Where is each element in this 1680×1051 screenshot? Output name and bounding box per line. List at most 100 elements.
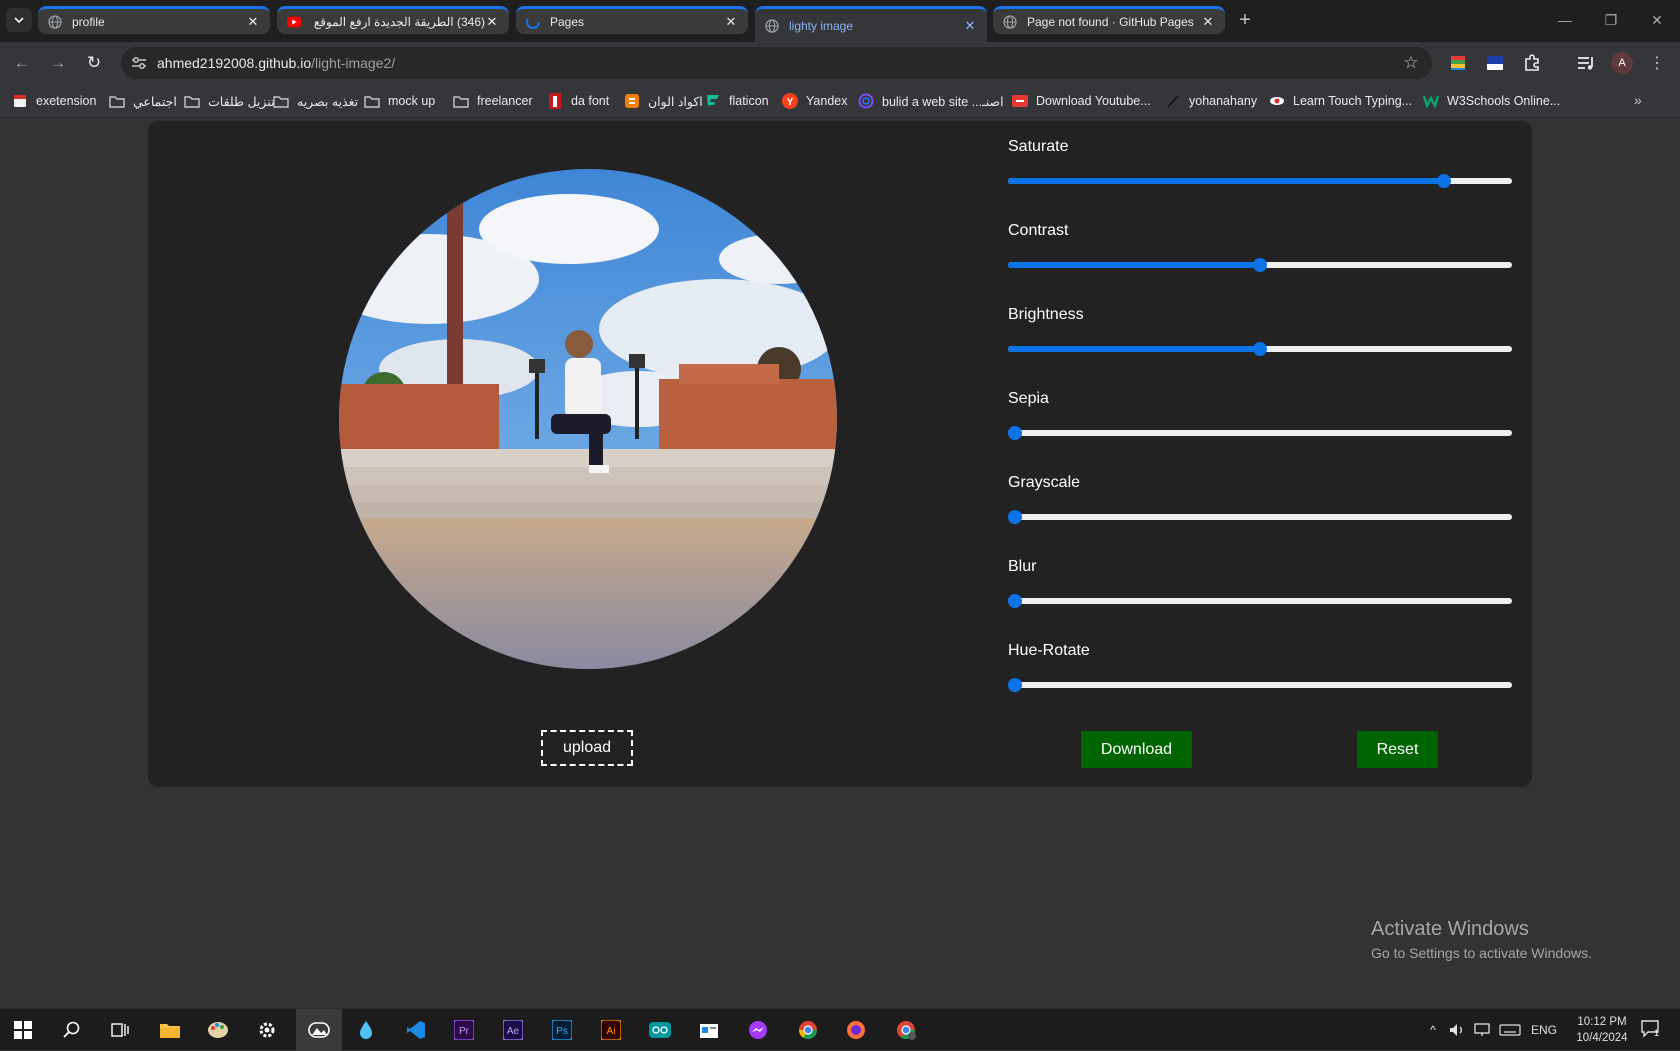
tab-profile[interactable]: profile ✕: [38, 6, 270, 34]
tab-lighty-image[interactable]: lighty image ✕: [755, 6, 987, 42]
bookmark-folder[interactable]: freelancer: [453, 90, 533, 112]
close-icon[interactable]: ✕: [1201, 14, 1215, 29]
slider-thumb[interactable]: [1008, 510, 1022, 524]
forward-button[interactable]: →: [45, 50, 71, 76]
slider-thumb[interactable]: [1008, 678, 1022, 692]
notification-center-button[interactable]: 1: [1640, 1019, 1664, 1041]
keyboard-icon[interactable]: [1498, 1021, 1522, 1039]
new-tab-button[interactable]: +: [1233, 8, 1257, 32]
url-host: ahmed2192008.github.io: [157, 55, 312, 71]
slider-thumb[interactable]: [1008, 594, 1022, 608]
back-button[interactable]: ←: [9, 50, 35, 76]
colorful-extension-icon[interactable]: [1447, 52, 1469, 74]
media-controls-icon[interactable]: [1575, 52, 1597, 74]
volume-icon[interactable]: [1448, 1021, 1466, 1039]
bookmark-item[interactable]: da font: [547, 90, 609, 112]
close-icon[interactable]: ✕: [963, 18, 977, 33]
hue-rotate-slider[interactable]: [1008, 677, 1512, 693]
bookmark-star-icon[interactable]: ☆: [1400, 52, 1422, 74]
illustrator-icon[interactable]: Ai: [597, 1016, 625, 1044]
task-view-icon[interactable]: [106, 1016, 134, 1044]
sepia-slider[interactable]: [1008, 425, 1512, 441]
bookmark-label: exetension: [36, 94, 97, 108]
bookmark-item[interactable]: W3Schools Online...: [1423, 90, 1560, 112]
reload-icon: ↻: [86, 53, 102, 72]
show-hidden-icons-chevron-icon[interactable]: ^: [1425, 1021, 1441, 1039]
bookmark-folder[interactable]: تغذيه بصريه: [273, 90, 358, 112]
address-bar[interactable]: ahmed2192008.github.io/light-image2/ ☆: [121, 47, 1432, 79]
reset-button[interactable]: Reset: [1357, 731, 1438, 768]
messenger-icon[interactable]: [744, 1016, 772, 1044]
vscode-icon[interactable]: [402, 1016, 430, 1044]
settings-gear-icon[interactable]: [253, 1016, 281, 1044]
clock-time: 10:12 PM: [1577, 1016, 1627, 1028]
search-icon[interactable]: [58, 1016, 86, 1044]
chrome-profile-icon[interactable]: [892, 1016, 920, 1044]
tab-youtube[interactable]: (346) الطريقة الجديدة ارفع الموقع علي ✕: [277, 6, 509, 34]
water-drop-app-icon[interactable]: [352, 1016, 380, 1044]
bookmark-item[interactable]: اكواد الوان: [624, 90, 703, 112]
slider-thumb[interactable]: [1436, 174, 1451, 188]
bookmark-folder[interactable]: اجتماعي: [109, 90, 177, 112]
paint-app-icon[interactable]: [204, 1016, 232, 1044]
brightness-slider[interactable]: [1008, 341, 1512, 357]
profile-avatar[interactable]: A: [1611, 52, 1633, 74]
menu-kebab-icon[interactable]: ⋮: [1649, 52, 1665, 74]
tab-search-button[interactable]: [6, 8, 32, 32]
tab-page-not-found[interactable]: Page not found · GitHub Pages ✕: [993, 6, 1225, 34]
bookmark-label: Download Youtube...: [1036, 94, 1151, 108]
bookmark-item[interactable]: Download Youtube...: [1012, 90, 1151, 112]
extensions-puzzle-icon[interactable]: [1521, 52, 1543, 74]
photoshop-icon[interactable]: Ps: [548, 1016, 576, 1044]
close-window-button[interactable]: ✕: [1642, 8, 1672, 32]
bookmark-item[interactable]: yohanahany: [1165, 90, 1257, 112]
close-icon[interactable]: ✕: [724, 14, 738, 29]
arduino-icon[interactable]: [646, 1016, 674, 1044]
bookmark-label: اجتماعي: [133, 94, 177, 109]
bookmark-label: yohanahany: [1189, 94, 1258, 108]
after-effects-icon[interactable]: Ae: [499, 1016, 527, 1044]
notification-count: 1: [1654, 1028, 1660, 1038]
bookmark-folder[interactable]: تنزيل طلقات: [184, 90, 275, 112]
close-icon[interactable]: ✕: [485, 14, 499, 29]
folder-icon: [364, 93, 380, 109]
restore-button[interactable]: ❐: [1596, 8, 1626, 32]
premiere-pro-icon[interactable]: Pr: [450, 1016, 478, 1044]
download-button[interactable]: Download: [1081, 731, 1192, 768]
more-bookmarks-chevron-icon[interactable]: »: [1634, 92, 1642, 108]
bookmark-folder[interactable]: mock up: [364, 90, 435, 112]
contrast-slider[interactable]: [1008, 257, 1512, 273]
bookmark-item[interactable]: flaticon: [705, 90, 769, 112]
grayscale-slider[interactable]: [1008, 509, 1512, 525]
arrow-right-icon: →: [49, 53, 67, 72]
slider-thumb[interactable]: [1253, 258, 1267, 272]
slider-thumb[interactable]: [1008, 426, 1022, 440]
folder-icon: [184, 93, 200, 109]
window-extension-icon[interactable]: [1484, 52, 1506, 74]
tab-pages[interactable]: Pages ✕: [516, 6, 748, 34]
bookmark-item[interactable]: exetension: [12, 90, 96, 112]
slider-track: [1008, 514, 1512, 520]
upload-button[interactable]: upload: [541, 730, 633, 766]
bookmark-item[interactable]: bulid a web site ...اصنـ: [858, 90, 1004, 112]
chrome-icon[interactable]: [794, 1016, 822, 1044]
system-clock[interactable]: 10:12 PM 10/4/2024: [1566, 1014, 1638, 1046]
close-icon[interactable]: ✕: [246, 14, 260, 29]
tab-title: profile: [72, 14, 105, 29]
saturate-slider[interactable]: [1008, 173, 1512, 189]
minimize-button[interactable]: —: [1550, 8, 1580, 32]
file-explorer-icon[interactable]: [156, 1016, 184, 1044]
slider-thumb[interactable]: [1253, 342, 1267, 356]
notification-icon: [1641, 1020, 1659, 1038]
bookmark-item[interactable]: Y Yandex: [782, 90, 847, 112]
store-app-icon[interactable]: [695, 1016, 723, 1044]
reload-button[interactable]: ↻: [81, 50, 107, 76]
blur-slider[interactable]: [1008, 593, 1512, 609]
site-settings-icon[interactable]: [129, 53, 149, 73]
firefox-icon[interactable]: [842, 1016, 870, 1044]
photos-app-icon[interactable]: [305, 1016, 333, 1044]
network-icon[interactable]: [1473, 1021, 1491, 1039]
windows-start-icon[interactable]: [9, 1016, 37, 1044]
bookmark-item[interactable]: Learn Touch Typing...: [1269, 90, 1412, 112]
language-indicator[interactable]: ENG: [1531, 1021, 1557, 1039]
